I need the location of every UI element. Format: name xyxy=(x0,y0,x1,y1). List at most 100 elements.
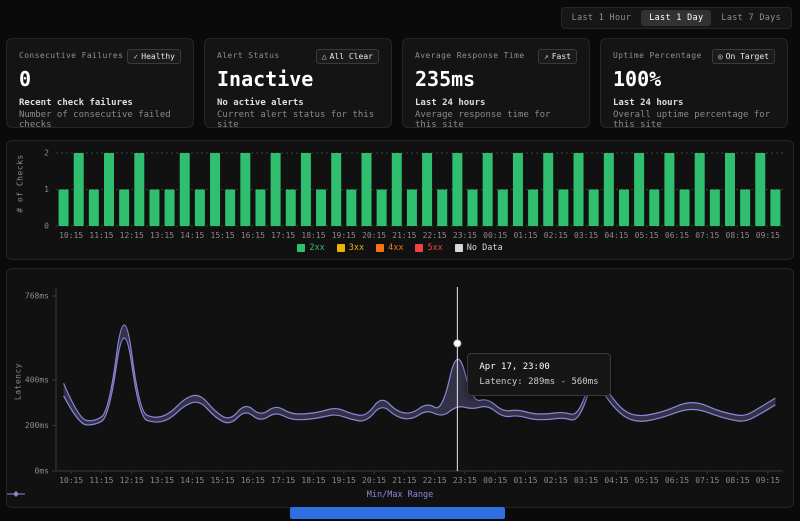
check-bar[interactable] xyxy=(316,190,326,227)
check-bar[interactable] xyxy=(377,190,387,227)
latency-area-chart[interactable]: 0ms200ms400ms768ms10:1511:1512:1513:1514… xyxy=(7,269,793,487)
x-tick-label: 00:15 xyxy=(483,476,507,485)
x-tick-label: 15:15 xyxy=(211,476,235,485)
check-bar[interactable] xyxy=(619,190,629,227)
x-tick-label: 12:15 xyxy=(120,231,144,240)
check-bar[interactable] xyxy=(407,190,417,227)
check-bar[interactable] xyxy=(543,153,553,226)
check-bar[interactable] xyxy=(755,153,765,226)
x-tick-label: 22:15 xyxy=(423,476,447,485)
line-marker-icon xyxy=(7,490,25,498)
check-bar[interactable] xyxy=(452,153,462,226)
check-bar[interactable] xyxy=(740,190,750,227)
check-bar[interactable] xyxy=(634,153,644,226)
check-bar[interactable] xyxy=(483,153,493,226)
legend-item-min-max-range[interactable]: Min/Max Range xyxy=(367,490,434,500)
max-line xyxy=(64,325,776,421)
check-bar[interactable] xyxy=(89,190,99,227)
checks-chart-panel: # of Checks 01210:1511:1512:1513:1514:15… xyxy=(6,140,794,260)
check-bar[interactable] xyxy=(392,153,402,226)
check-bar[interactable] xyxy=(180,153,190,226)
x-tick-label: 08:15 xyxy=(726,231,750,240)
status-badge: ✓Healthy xyxy=(127,49,181,64)
x-tick-label: 09:15 xyxy=(756,231,780,240)
check-bar[interactable] xyxy=(468,190,478,227)
card-title: Uptime Percentage xyxy=(613,49,702,60)
check-bar[interactable] xyxy=(59,190,69,227)
x-tick-label: 01:15 xyxy=(513,231,537,240)
status-badge: ↗Fast xyxy=(538,49,577,64)
check-bar[interactable] xyxy=(165,190,175,227)
latency-legend: Min/Max Range xyxy=(7,490,793,500)
check-bar[interactable] xyxy=(134,153,144,226)
check-bar[interactable] xyxy=(240,153,250,226)
trend-up-icon: ↗ xyxy=(544,52,549,61)
check-bar[interactable] xyxy=(74,153,84,226)
legend-swatch-icon xyxy=(455,244,463,252)
check-bar[interactable] xyxy=(574,153,584,226)
legend-label: 2xx xyxy=(309,243,324,253)
check-bar[interactable] xyxy=(513,153,523,226)
x-tick-label: 01:15 xyxy=(513,476,537,485)
check-bar[interactable] xyxy=(301,153,311,226)
check-bar[interactable] xyxy=(271,153,281,226)
checks-bar-chart[interactable]: 01210:1511:1512:1513:1514:1515:1516:1517… xyxy=(7,141,793,241)
legend-item-4xx[interactable]: 4xx xyxy=(376,243,403,253)
tooltip-title: Apr 17, 23:00 xyxy=(479,362,598,372)
y-tick-label: 0 xyxy=(44,222,49,231)
legend-label: 3xx xyxy=(349,243,364,253)
check-bar[interactable] xyxy=(589,190,599,227)
check-bar[interactable] xyxy=(437,190,447,227)
x-tick-label: 13:15 xyxy=(150,476,174,485)
check-bar[interactable] xyxy=(664,153,674,226)
check-bar[interactable] xyxy=(695,153,705,226)
x-tick-label: 07:15 xyxy=(695,476,719,485)
time-range-last-1-hour[interactable]: Last 1 Hour xyxy=(564,10,640,26)
check-bar[interactable] xyxy=(149,190,159,227)
legend-item-no-data[interactable]: No Data xyxy=(455,243,503,253)
card-value: 0 xyxy=(19,67,181,91)
check-bar[interactable] xyxy=(286,190,296,227)
x-tick-label: 04:15 xyxy=(604,231,628,240)
check-bar[interactable] xyxy=(558,190,568,227)
check-bar[interactable] xyxy=(710,190,720,227)
x-tick-label: 16:15 xyxy=(241,476,265,485)
card-value: 235ms xyxy=(415,67,577,91)
check-bar[interactable] xyxy=(210,153,220,226)
x-tick-label: 18:15 xyxy=(301,476,325,485)
legend-item-3xx[interactable]: 3xx xyxy=(337,243,364,253)
check-bar[interactable] xyxy=(604,153,614,226)
card-uptime-percentage: Uptime Percentage ◎On Target 100% Last 2… xyxy=(600,38,788,128)
x-tick-label: 06:15 xyxy=(665,476,689,485)
check-bar[interactable] xyxy=(770,190,780,227)
x-tick-label: 17:15 xyxy=(271,231,295,240)
check-bar[interactable] xyxy=(119,190,129,227)
check-bar[interactable] xyxy=(361,153,371,226)
x-tick-label: 10:15 xyxy=(59,476,83,485)
check-bar[interactable] xyxy=(498,190,508,227)
check-bar[interactable] xyxy=(255,190,265,227)
time-range-last-1-day[interactable]: Last 1 Day xyxy=(641,10,711,26)
hover-point[interactable] xyxy=(454,340,461,347)
x-tick-label: 23:15 xyxy=(453,231,477,240)
check-bar[interactable] xyxy=(331,153,341,226)
check-bar[interactable] xyxy=(104,153,114,226)
check-bar[interactable] xyxy=(649,190,659,227)
x-tick-label: 07:15 xyxy=(695,231,719,240)
check-bar[interactable] xyxy=(680,190,690,227)
check-bar[interactable] xyxy=(528,190,538,227)
check-bar[interactable] xyxy=(225,190,235,227)
check-bar[interactable] xyxy=(725,153,735,226)
check-bar[interactable] xyxy=(422,153,432,226)
legend-item-2xx[interactable]: 2xx xyxy=(297,243,324,253)
x-tick-label: 04:15 xyxy=(604,476,628,485)
checks-legend: 2xx 3xx 4xx 5xx No Data xyxy=(7,243,793,253)
check-bar[interactable] xyxy=(346,190,356,227)
time-range-last-7-days[interactable]: Last 7 Days xyxy=(713,10,789,26)
card-subtitle: Last 24 hours xyxy=(415,98,577,108)
tooltip-value: Latency: 289ms - 560ms xyxy=(479,377,598,387)
check-bar[interactable] xyxy=(195,190,205,227)
legend-item-5xx[interactable]: 5xx xyxy=(415,243,442,253)
card-title: Alert Status xyxy=(217,49,280,60)
legend-label: Min/Max Range xyxy=(367,490,434,500)
